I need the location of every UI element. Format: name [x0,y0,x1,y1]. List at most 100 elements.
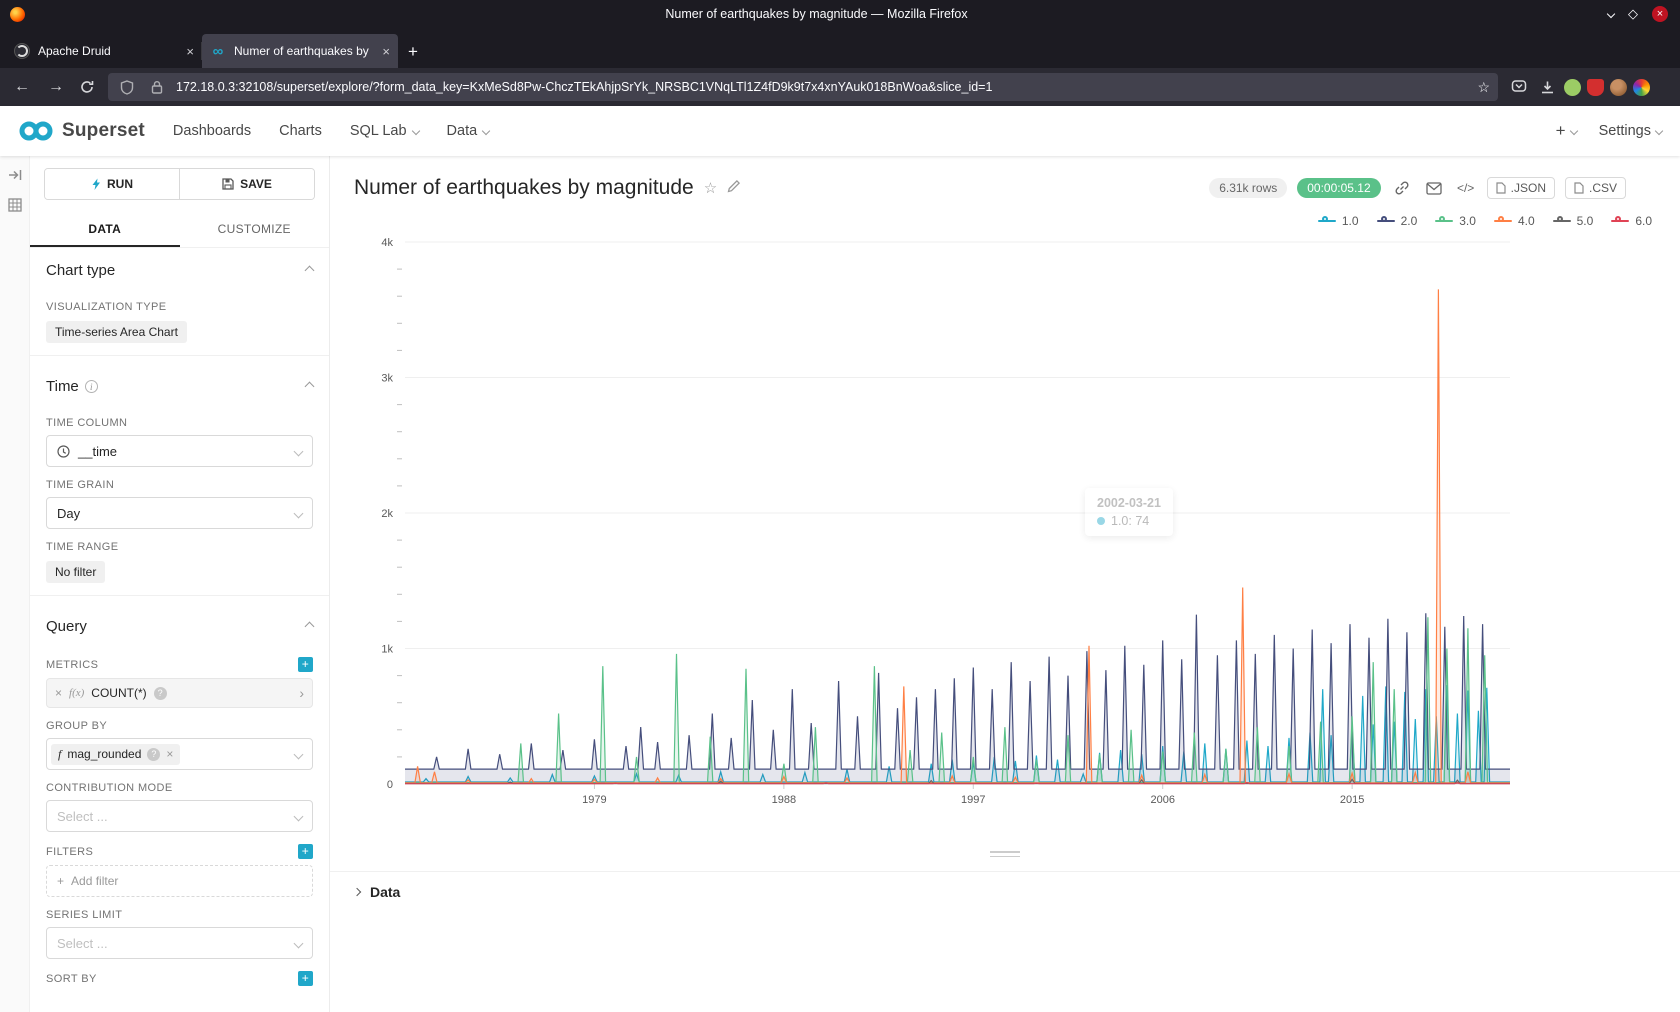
add-metric-button[interactable]: + [298,657,313,672]
forward-button[interactable]: → [42,78,70,96]
edit-title-icon[interactable] [727,179,741,197]
remove-tag-icon[interactable]: × [166,747,173,761]
url-bar[interactable]: 172.18.0.3:32108/superset/explore/?form_… [108,73,1498,101]
site-lock-icon[interactable] [146,76,168,98]
downloads-icon[interactable] [1536,76,1558,98]
panel-tab-data[interactable]: DATA [30,212,180,247]
svg-text:1979: 1979 [582,794,606,806]
legend-marker-icon [1318,216,1336,226]
settings-menu[interactable]: Settings [1599,123,1662,139]
reload-button[interactable] [76,76,98,98]
new-item-menu[interactable]: + [1556,121,1577,141]
time-grain-select[interactable]: Day [46,497,313,529]
add-filter-button[interactable]: + [298,844,313,859]
group-by-tag[interactable]: f mag_rounded ? × [51,744,180,765]
email-report-icon[interactable] [1423,182,1445,195]
chevron-up-icon [305,382,315,392]
expand-panel-icon[interactable] [8,168,22,186]
tab-apache-druid[interactable]: Apache Druid × [6,34,202,68]
extension-icon-2[interactable] [1587,79,1604,96]
legend-item-6.0[interactable]: 6.0 [1611,214,1652,228]
chart-container: 01k2k3k4k19791988199720062015 2002-03-21… [340,230,1680,825]
embed-code-icon[interactable]: </> [1455,181,1477,195]
chevron-down-icon [411,127,419,135]
firefox-icon [10,7,25,22]
legend-marker-icon [1611,216,1629,226]
superset-favicon-icon: ∞ [210,43,226,59]
section-chart-type[interactable]: Chart type [30,248,329,289]
run-button[interactable]: RUN [45,169,179,199]
pocket-icon[interactable] [1508,76,1530,98]
bookmark-star-icon[interactable]: ☆ [1477,79,1490,96]
legend-item-3.0[interactable]: 3.0 [1435,214,1476,228]
tab-close-icon[interactable]: × [382,44,390,59]
tab-close-icon[interactable]: × [186,44,194,59]
add-sort-button[interactable]: + [298,971,313,986]
legend-marker-icon [1494,216,1512,226]
legend-item-4.0[interactable]: 4.0 [1494,214,1535,228]
panel-tab-customize[interactable]: CUSTOMIZE [180,212,330,247]
svg-text:1k: 1k [381,644,393,656]
export-csv-button[interactable]: .CSV [1565,177,1626,199]
plus-icon: + [1556,121,1566,141]
nav-item-dashboards[interactable]: Dashboards [173,123,251,139]
time-grain-label: TIME GRAIN [46,479,313,491]
legend-label: 6.0 [1635,214,1652,228]
series-limit-select[interactable]: Select ... [46,927,313,959]
tracking-shield-icon[interactable] [116,76,138,98]
nav-item-sql-lab[interactable]: SQL Lab [350,123,419,139]
plus-icon: + [57,874,64,888]
chevron-up-icon [305,266,315,276]
contribution-mode-select[interactable]: Select ... [46,800,313,832]
back-button[interactable]: ← [8,78,36,96]
caret-right-icon [353,888,361,896]
superset-logo[interactable]: Superset [18,120,145,142]
metric-caret-icon[interactable]: › [299,685,304,701]
viz-type-chip[interactable]: Time-series Area Chart [46,321,187,343]
remove-metric-icon[interactable]: × [55,686,62,700]
legend-label: 2.0 [1401,214,1418,228]
legend-item-5.0[interactable]: 5.0 [1553,214,1594,228]
time-column-select[interactable]: __time [46,435,313,467]
file-icon [1496,182,1506,194]
url-text[interactable]: 172.18.0.3:32108/superset/explore/?form_… [176,80,1469,94]
sort-by-label: SORT BY + [46,971,313,986]
timeseries-area-chart[interactable]: 01k2k3k4k19791988199720062015 [340,230,1670,820]
time-range-chip[interactable]: No filter [46,561,105,583]
series-area-2.0 [405,613,1510,784]
group-by-select[interactable]: f mag_rounded ? × [46,738,313,770]
extension-icon-3[interactable] [1610,79,1627,96]
window-restore-icon[interactable]: ◇ [1628,6,1638,22]
permalink-icon[interactable] [1391,180,1413,196]
legend-item-2.0[interactable]: 2.0 [1377,214,1418,228]
chart-menu-icon[interactable] [1636,183,1658,194]
resize-handle[interactable] [990,851,1020,857]
new-tab-button[interactable]: + [398,42,428,68]
time-range-label: TIME RANGE [46,541,313,553]
metric-item-count[interactable]: × f(x) COUNT(*) ? › [46,678,313,708]
data-results-section[interactable]: Data [330,871,1680,912]
legend-marker-icon [1377,216,1395,226]
legend-item-1.0[interactable]: 1.0 [1318,214,1359,228]
dataset-grid-icon[interactable] [8,198,22,217]
series-line-2.0 [405,613,1510,769]
section-query[interactable]: Query [30,604,329,645]
window-titlebar: Numer of earthquakes by magnitude — Mozi… [0,0,1680,28]
extension-icon-4[interactable] [1633,79,1650,96]
tab-superset-explore[interactable]: ∞ Numer of earthquakes by × [202,34,398,68]
section-time[interactable]: Timei [30,364,329,405]
window-menu-chevron-icon[interactable] [1608,11,1614,17]
export-json-button[interactable]: .JSON [1487,177,1555,199]
druid-favicon-icon [14,43,30,59]
chevron-down-icon [1569,127,1577,135]
browser-menu-icon[interactable] [1656,76,1672,98]
nav-item-charts[interactable]: Charts [279,123,322,139]
add-filter-box[interactable]: + Add filter [46,865,313,897]
extension-icon-1[interactable] [1564,79,1581,96]
favorite-star-icon[interactable]: ☆ [704,179,717,197]
window-close-icon[interactable]: × [1652,6,1668,22]
chart-main-area: Numer of earthquakes by magnitude ☆ 6.31… [330,156,1680,1012]
save-button[interactable]: SAVE [179,169,314,199]
data-section-title: Data [370,884,400,900]
nav-item-data[interactable]: Data [447,123,490,139]
